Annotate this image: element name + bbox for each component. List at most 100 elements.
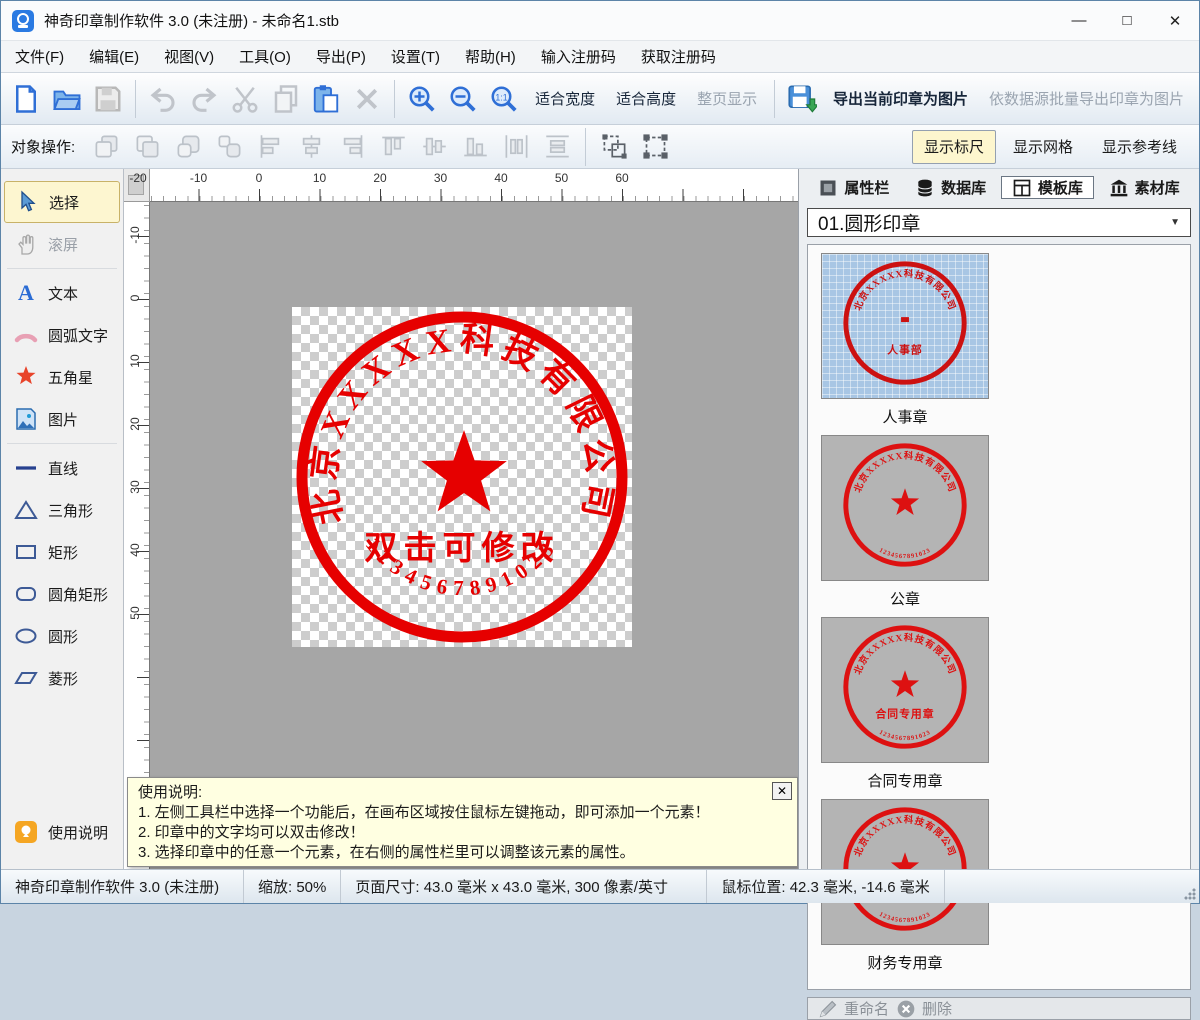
hand-icon <box>13 231 39 257</box>
minimize-button[interactable]: — <box>1055 1 1103 40</box>
template-item[interactable]: 北京XXXXX科技有限公司合同专用章1234567891023 合同专用章 <box>814 617 996 791</box>
tab-properties[interactable]: 属性栏 <box>807 176 901 199</box>
tool-ellipse[interactable]: 圆形 <box>1 615 123 657</box>
menu-settings[interactable]: 设置(T) <box>391 46 440 67</box>
window-controls: — □ ✕ <box>1055 1 1199 40</box>
fit-width-button[interactable]: 适合宽度 <box>526 88 604 109</box>
template-item[interactable]: 北京XXXXX科技有限公司1234567891023 公章 <box>814 435 996 609</box>
ruler-label: 30 <box>434 171 447 185</box>
show-ruler-button[interactable]: 显示标尺 <box>912 130 996 164</box>
tool-line[interactable]: 直线 <box>1 447 123 489</box>
tool-text[interactable]: A 文本 <box>1 272 123 314</box>
template-category-select[interactable]: 01.圆形印章 ▼ <box>807 208 1191 237</box>
tab-materials-label: 素材库 <box>1135 177 1180 198</box>
tab-database[interactable]: 数据库 <box>904 176 998 199</box>
menu-view[interactable]: 视图(V) <box>164 46 214 67</box>
copy-button <box>267 77 305 121</box>
menu-get-regcode[interactable]: 获取注册码 <box>641 46 716 67</box>
usage-help-label: 使用说明 <box>48 822 108 843</box>
tool-round-rect[interactable]: 圆角矩形 <box>1 573 123 615</box>
status-zoom: 缩放: 50% <box>244 870 341 903</box>
usage-help-box: 使用说明: 1. 左侧工具栏中选择一个功能后，在画布区域按住鼠标左键拖动，即可添… <box>127 777 798 867</box>
tool-pan: 滚屏 <box>1 223 123 265</box>
menu-file[interactable]: 文件(F) <box>15 46 64 67</box>
ruler-label: -10 <box>190 171 207 185</box>
tool-select[interactable]: 选择 <box>4 181 120 223</box>
show-guides-button[interactable]: 显示参考线 <box>1090 130 1189 164</box>
pencil-icon <box>818 999 838 1019</box>
tool-rect[interactable]: 矩形 <box>1 531 123 573</box>
object-ops-label: 对象操作: <box>11 136 75 157</box>
canvas-viewport[interactable]: 北京XXXXX科技有限公司双击可修改1234567891023 <box>151 203 798 869</box>
maximize-button[interactable]: □ <box>1103 1 1151 40</box>
align-left-icon <box>252 129 288 165</box>
export-current-label[interactable]: 导出当前印章为图片 <box>824 88 977 109</box>
zoom-in-icon <box>407 84 437 114</box>
help-close-button[interactable]: ✕ <box>772 782 792 800</box>
tool-text-label: 文本 <box>48 283 78 304</box>
tab-materials[interactable]: 素材库 <box>1097 176 1191 199</box>
canvas-region[interactable]: -20-100102030405060 -1001020304050 北京XXX… <box>124 169 799 869</box>
tool-pan-label: 滚屏 <box>48 234 78 255</box>
menu-help[interactable]: 帮助(H) <box>465 46 516 67</box>
template-item[interactable]: 北京XXXXX科技有限公司人事部 人事章 <box>814 253 996 427</box>
status-page-size: 页面尺寸: 43.0 毫米 x 43.0 毫米, 300 像素/英寸 <box>341 870 707 903</box>
open-button[interactable] <box>48 77 86 121</box>
menu-export[interactable]: 导出(P) <box>316 46 366 67</box>
tool-star[interactable]: 五角星 <box>1 356 123 398</box>
close-button[interactable]: ✕ <box>1151 1 1199 40</box>
tab-database-label: 数据库 <box>941 177 986 198</box>
menu-enter-regcode[interactable]: 输入注册码 <box>541 46 616 67</box>
menu-edit[interactable]: 编辑(E) <box>89 46 139 67</box>
export-image-icon <box>787 84 817 114</box>
tool-image[interactable]: 图片 <box>1 398 123 440</box>
ruler-label: -20 <box>129 171 146 185</box>
send-back-icon <box>129 129 165 165</box>
new-button[interactable] <box>7 77 45 121</box>
tool-parallelogram[interactable]: 菱形 <box>1 657 123 699</box>
template-thumb-hetong[interactable]: 北京XXXXX科技有限公司合同专用章1234567891023 <box>821 617 989 763</box>
group-icon[interactable] <box>596 129 632 165</box>
fit-height-button[interactable]: 适合高度 <box>607 88 685 109</box>
toolbar-separator <box>585 128 586 166</box>
undo-button <box>144 77 182 121</box>
zoom-in-button[interactable] <box>403 77 441 121</box>
align-top-icon <box>375 129 411 165</box>
distribute-h-icon <box>498 129 534 165</box>
tool-triangle[interactable]: 三角形 <box>1 489 123 531</box>
usage-help-button[interactable]: 使用说明 <box>1 811 123 853</box>
tool-select-label: 选择 <box>49 192 79 213</box>
template-thumb-renshizhang[interactable]: 北京XXXXX科技有限公司人事部 <box>821 253 989 399</box>
stamp-canvas[interactable]: 北京XXXXX科技有限公司双击可修改1234567891023 <box>292 307 632 647</box>
menu-tools[interactable]: 工具(O) <box>239 46 291 67</box>
vertical-ruler: -1001020304050 <box>124 202 150 869</box>
tab-templates[interactable]: 模板库 <box>1001 176 1095 199</box>
delete-template-button[interactable]: 删除 <box>896 998 952 1019</box>
star-icon <box>13 364 39 390</box>
right-panel: 属性栏 数据库 模板库 素材库 01.圆形印章 ▼ <box>799 169 1199 869</box>
rename-button[interactable]: 重命名 <box>818 998 889 1019</box>
paste-button[interactable] <box>307 77 345 121</box>
toolbox: 选择 滚屏 A 文本 圆弧文字 五角星 图片 <box>1 169 124 869</box>
tool-triangle-label: 三角形 <box>48 500 93 521</box>
seal-graphic[interactable]: 北京XXXXX科技有限公司双击可修改1234567891023 <box>292 307 632 647</box>
window-title: 神奇印章制作软件 3.0 (未注册) - 未命名1.stb <box>44 10 339 31</box>
tool-rect-label: 矩形 <box>48 542 78 563</box>
copy-icon <box>271 84 301 114</box>
tool-round-rect-label: 圆角矩形 <box>48 584 108 605</box>
save-button <box>89 77 127 121</box>
zoom-actual-button[interactable]: 1:1 <box>485 77 523 121</box>
move-down-icon <box>211 129 247 165</box>
resize-grip[interactable] <box>1184 888 1196 900</box>
export-image-button[interactable] <box>783 77 821 121</box>
move-up-icon <box>170 129 206 165</box>
ellipse-icon <box>13 623 39 649</box>
show-grid-button[interactable]: 显示网格 <box>1001 130 1085 164</box>
ungroup-icon[interactable] <box>637 129 673 165</box>
tool-arc-text[interactable]: 圆弧文字 <box>1 314 123 356</box>
zoom-out-button[interactable] <box>444 77 482 121</box>
templates-icon <box>1012 178 1032 198</box>
template-thumb-gongzhang[interactable]: 北京XXXXX科技有限公司1234567891023 <box>821 435 989 581</box>
template-caption: 公章 <box>890 588 920 609</box>
cut-button <box>226 77 264 121</box>
